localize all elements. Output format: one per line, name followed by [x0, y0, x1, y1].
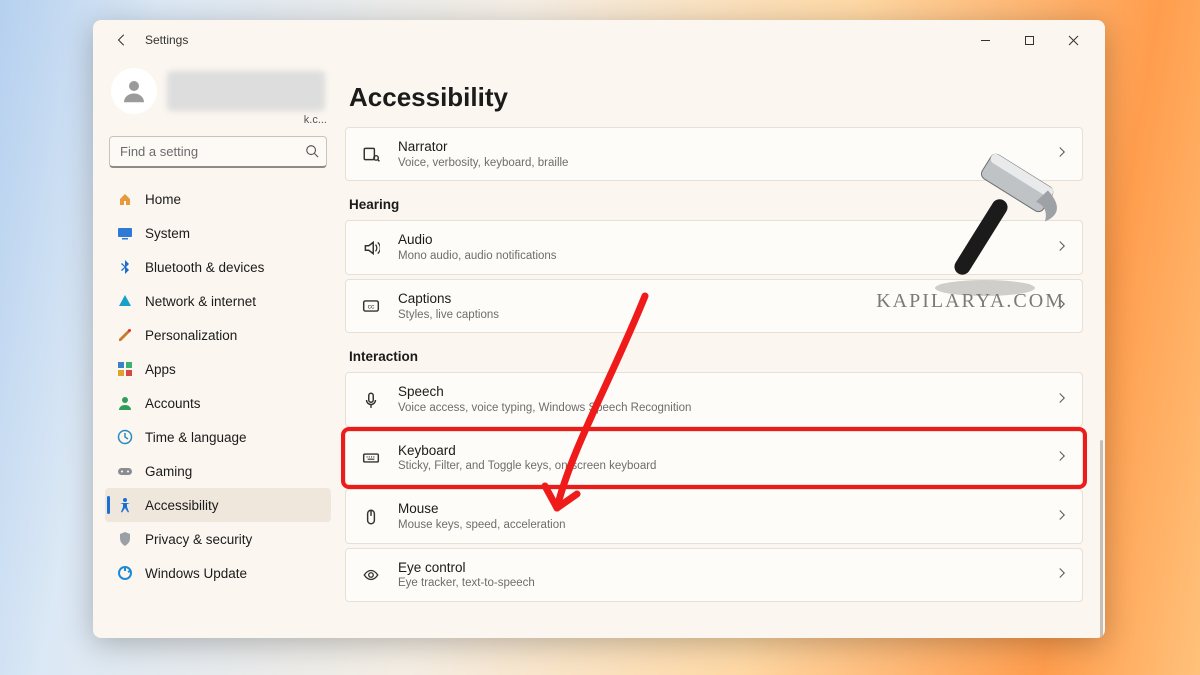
sidebar-item-time-language[interactable]: Time & language [105, 420, 331, 454]
setting-row-captions[interactable]: cc CaptionsStyles, live captions [345, 279, 1083, 333]
section-label: Hearing [349, 197, 1083, 212]
sidebar-item-apps[interactable]: Apps [105, 352, 331, 386]
chevron-right-icon [1056, 297, 1068, 315]
personalization-icon [117, 327, 133, 343]
sidebar-item-windows-update[interactable]: Windows Update [105, 556, 331, 590]
privacy-icon [117, 531, 133, 547]
sidebar-item-label: Privacy & security [145, 532, 252, 547]
sidebar-item-label: Accessibility [145, 498, 219, 513]
bluetooth-icon [117, 259, 133, 275]
setting-subtitle: Styles, live captions [398, 308, 1040, 323]
main-content: Accessibility NarratorVoice, verbosity, … [341, 60, 1105, 638]
close-button[interactable] [1051, 25, 1095, 55]
arrow-left-icon [115, 33, 129, 47]
time-icon [117, 429, 133, 445]
eye-icon [360, 566, 382, 584]
sidebar-item-accounts[interactable]: Accounts [105, 386, 331, 420]
user-name-blurred [167, 71, 325, 111]
sidebar-item-label: Accounts [145, 396, 201, 411]
setting-subtitle: Voice, verbosity, keyboard, braille [398, 156, 1040, 171]
sidebar-item-privacy-security[interactable]: Privacy & security [105, 522, 331, 556]
settings-window: Settings k.c... [93, 20, 1105, 638]
mouse-icon [360, 508, 382, 526]
search-wrap [109, 136, 327, 168]
section-label: Interaction [349, 349, 1083, 364]
keyboard-icon [360, 449, 382, 467]
chevron-right-icon [1056, 145, 1068, 163]
setting-row-narrator[interactable]: NarratorVoice, verbosity, keyboard, brai… [345, 127, 1083, 181]
chevron-right-icon [1056, 391, 1068, 409]
person-icon [119, 76, 149, 106]
sidebar-item-label: Network & internet [145, 294, 256, 309]
search-icon [305, 144, 319, 163]
chevron-right-icon [1056, 449, 1068, 467]
page-title: Accessibility [349, 82, 1083, 113]
setting-title: Eye control [398, 559, 1040, 577]
sidebar-nav: Home System Bluetooth & devices Network & i… [105, 182, 331, 590]
sidebar-item-system[interactable]: System [105, 216, 331, 250]
scrollbar[interactable] [1100, 440, 1103, 638]
window-controls [963, 25, 1095, 55]
setting-row-audio[interactable]: AudioMono audio, audio notifications [345, 220, 1083, 274]
chevron-right-icon [1056, 239, 1068, 257]
app-title: Settings [145, 33, 188, 47]
setting-title: Captions [398, 290, 1040, 308]
sidebar-item-gaming[interactable]: Gaming [105, 454, 331, 488]
setting-row-speech[interactable]: SpeechVoice access, voice typing, Window… [345, 372, 1083, 426]
setting-title: Audio [398, 231, 1040, 249]
speech-icon [360, 391, 382, 409]
minimize-icon [980, 35, 991, 46]
sidebar-item-home[interactable]: Home [105, 182, 331, 216]
sidebar-item-label: Apps [145, 362, 176, 377]
sidebar-item-label: Home [145, 192, 181, 207]
maximize-icon [1024, 35, 1035, 46]
accounts-icon [117, 395, 133, 411]
setting-title: Narrator [398, 138, 1040, 156]
sidebar-item-network-internet[interactable]: Network & internet [105, 284, 331, 318]
captions-icon: cc [360, 297, 382, 315]
search-input[interactable] [109, 136, 327, 168]
setting-title: Keyboard [398, 442, 1040, 460]
sidebar: k.c... Home System Bluetooth & devices Netw… [93, 60, 341, 638]
user-email-fragment: k.c... [105, 114, 327, 126]
setting-subtitle: Eye tracker, text-to-speech [398, 576, 1040, 591]
home-icon [117, 191, 133, 207]
chevron-right-icon [1056, 508, 1068, 526]
close-icon [1068, 35, 1079, 46]
sidebar-item-accessibility[interactable]: Accessibility [105, 488, 331, 522]
sidebar-item-label: Gaming [145, 464, 192, 479]
apps-icon [117, 361, 133, 377]
maximize-button[interactable] [1007, 25, 1051, 55]
minimize-button[interactable] [963, 25, 1007, 55]
titlebar: Settings [93, 20, 1105, 60]
sidebar-item-label: Bluetooth & devices [145, 260, 264, 275]
sidebar-item-personalization[interactable]: Personalization [105, 318, 331, 352]
setting-subtitle: Voice access, voice typing, Windows Spee… [398, 401, 1040, 416]
sidebar-item-bluetooth-devices[interactable]: Bluetooth & devices [105, 250, 331, 284]
setting-row-mouse[interactable]: MouseMouse keys, speed, acceleration [345, 489, 1083, 543]
network-icon [117, 293, 133, 309]
setting-subtitle: Sticky, Filter, and Toggle keys, on-scre… [398, 459, 1040, 474]
setting-title: Mouse [398, 500, 1040, 518]
sidebar-item-label: Time & language [145, 430, 247, 445]
sidebar-item-label: System [145, 226, 190, 241]
sidebar-item-label: Personalization [145, 328, 237, 343]
setting-title: Speech [398, 383, 1040, 401]
update-icon [117, 565, 133, 581]
setting-row-eyecontrol[interactable]: Eye controlEye tracker, text-to-speech [345, 548, 1083, 602]
setting-subtitle: Mono audio, audio notifications [398, 249, 1040, 264]
system-icon [117, 225, 133, 241]
sidebar-item-label: Windows Update [145, 566, 247, 581]
narrator-icon [360, 145, 382, 163]
gaming-icon [117, 463, 133, 479]
accessibility-icon [117, 497, 133, 513]
audio-icon [360, 239, 382, 257]
setting-row-keyboard[interactable]: KeyboardSticky, Filter, and Toggle keys,… [345, 431, 1083, 485]
svg-text:cc: cc [368, 303, 375, 310]
chevron-right-icon [1056, 566, 1068, 584]
setting-subtitle: Mouse keys, speed, acceleration [398, 518, 1040, 533]
back-button[interactable] [109, 27, 135, 53]
avatar [111, 68, 157, 114]
